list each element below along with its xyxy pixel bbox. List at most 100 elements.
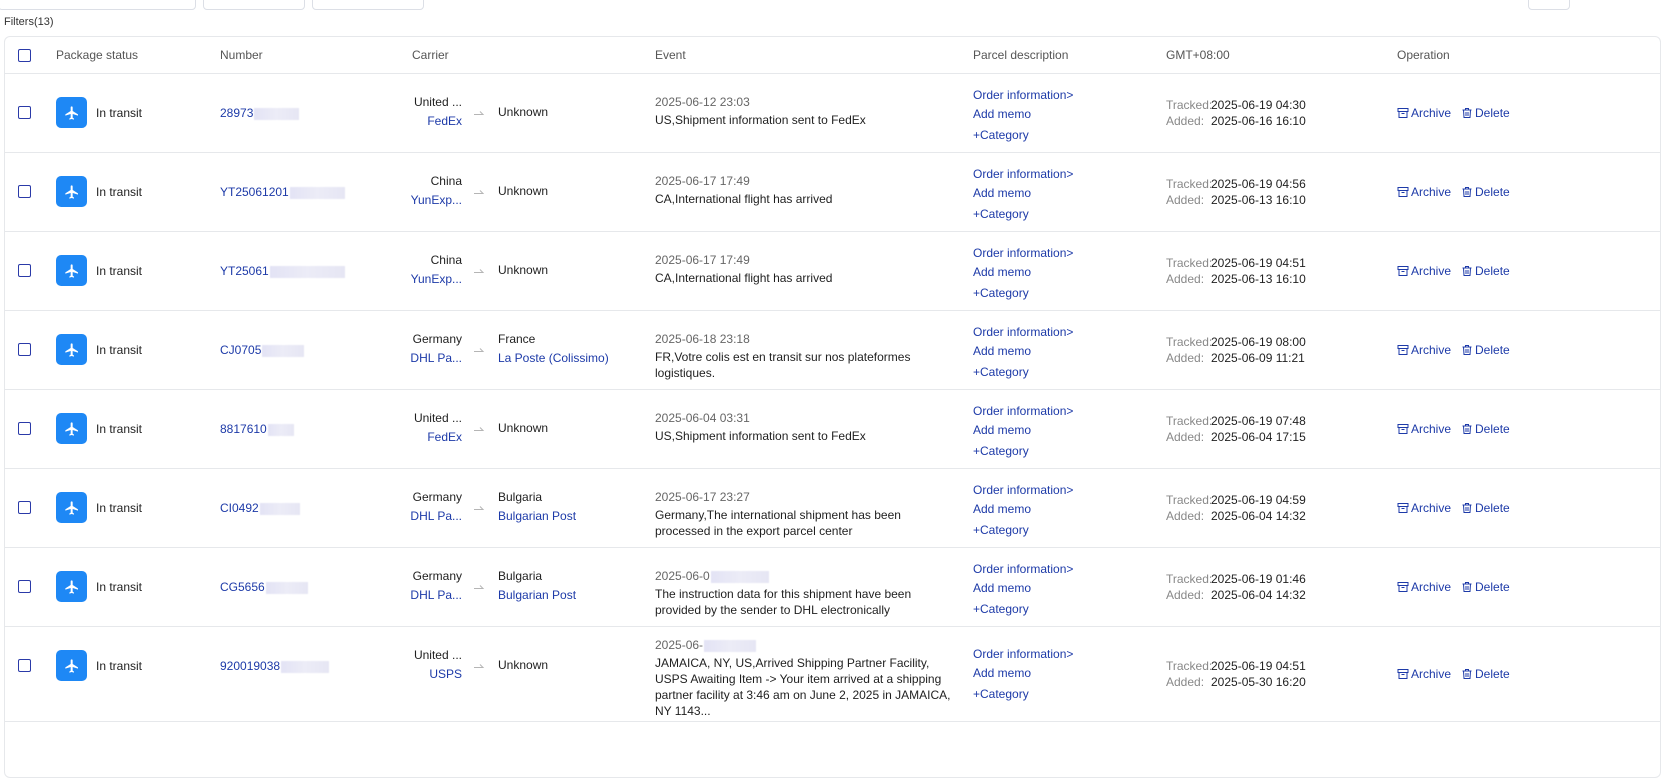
order-information-link[interactable]: Order information> <box>973 402 1073 421</box>
archive-button[interactable]: Archive <box>1397 501 1451 515</box>
origin-carrier-link[interactable]: YunExp... <box>411 272 462 286</box>
tracking-number[interactable]: YT25061 <box>220 264 345 278</box>
parcel-description: Order information> Add memo +Category <box>973 244 1073 303</box>
add-category-link[interactable]: +Category <box>973 442 1073 461</box>
tracking-number[interactable]: CG5656 <box>220 580 308 594</box>
add-category-link[interactable]: +Category <box>973 521 1073 540</box>
row-checkbox[interactable] <box>18 659 31 672</box>
delete-button[interactable]: Delete <box>1461 422 1510 436</box>
row-checkbox[interactable] <box>18 501 31 514</box>
origin-carrier-link[interactable]: DHL Pa... <box>410 588 462 602</box>
add-category-link[interactable]: +Category <box>973 685 1073 704</box>
event-text: Germany,The international shipment has b… <box>655 508 901 538</box>
destination-carrier-link[interactable]: La Poste (Colissimo) <box>498 351 609 365</box>
col-event[interactable]: Event <box>655 48 686 62</box>
added-time: 2025-06-09 11:21 <box>1211 351 1305 365</box>
delete-button[interactable]: Delete <box>1461 343 1510 357</box>
origin-carrier-link[interactable]: DHL Pa... <box>410 351 462 365</box>
tracking-number[interactable]: 920019038 <box>220 659 330 673</box>
order-information-link[interactable]: Order information> <box>973 244 1073 263</box>
add-category-link[interactable]: +Category <box>973 284 1073 303</box>
delete-button[interactable]: Delete <box>1461 667 1510 681</box>
delete-button[interactable]: Delete <box>1461 501 1510 515</box>
order-information-link[interactable]: Order information> <box>973 86 1073 105</box>
add-memo-link[interactable]: Add memo <box>973 500 1073 519</box>
event-text: The instruction data for this shipment h… <box>655 587 912 617</box>
row-checkbox[interactable] <box>18 264 31 277</box>
row-checkbox[interactable] <box>18 580 31 593</box>
delete-button[interactable]: Delete <box>1461 106 1510 120</box>
tracking-number[interactable]: YT25061201 <box>220 185 345 199</box>
origin-carrier-link[interactable]: DHL Pa... <box>410 509 462 523</box>
destination-country: Bulgaria <box>498 490 543 504</box>
add-memo-link[interactable]: Add memo <box>973 184 1073 203</box>
redacted-blur <box>269 265 345 278</box>
row-checkbox[interactable] <box>18 106 31 119</box>
archive-button[interactable]: Archive <box>1397 264 1451 278</box>
add-memo-link[interactable]: Add memo <box>973 421 1073 440</box>
destination-carrier-link[interactable]: Bulgarian Post <box>498 588 576 602</box>
table-row[interactable]: In transit 920019038 United ... USPS Unknown… <box>5 626 1660 722</box>
filter-dropdown-2[interactable] <box>312 0 424 10</box>
table-row[interactable]: In transit 28973 United ... FedEx Unknown 202… <box>5 73 1660 153</box>
settings-button[interactable] <box>1528 0 1570 10</box>
archive-button[interactable]: Archive <box>1397 667 1451 681</box>
add-memo-link[interactable]: Add memo <box>973 105 1073 124</box>
archive-button[interactable]: Archive <box>1397 106 1451 120</box>
origin-country: Germany <box>412 332 462 346</box>
table-row[interactable]: In transit 8817610 United ... FedEx Unknown 2… <box>5 389 1660 469</box>
table-row[interactable]: In transit YT25061201 China YunExp... Unknow… <box>5 152 1660 232</box>
add-category-link[interactable]: +Category <box>973 363 1073 382</box>
tracking-number[interactable]: 28973 <box>220 106 300 120</box>
col-carrier[interactable]: Carrier <box>412 48 449 62</box>
add-category-link[interactable]: +Category <box>973 600 1073 619</box>
delete-button[interactable]: Delete <box>1461 580 1510 594</box>
archive-label: Archive <box>1411 106 1452 120</box>
package-status: In transit <box>96 343 143 357</box>
search-input[interactable] <box>0 0 196 10</box>
delete-button[interactable]: Delete <box>1461 185 1510 199</box>
destination-carrier-link[interactable]: Bulgarian Post <box>498 509 576 523</box>
row-checkbox[interactable] <box>18 343 31 356</box>
table-row[interactable]: In transit YT25061 China YunExp... Unknown 20… <box>5 231 1660 311</box>
delete-button[interactable]: Delete <box>1461 264 1510 278</box>
add-memo-link[interactable]: Add memo <box>973 664 1073 683</box>
col-timezone[interactable]: GMT+08:00 <box>1166 48 1230 62</box>
origin-carrier-link[interactable]: USPS <box>429 667 462 681</box>
filter-dropdown[interactable] <box>203 0 305 10</box>
add-memo-link[interactable]: Add memo <box>973 263 1073 282</box>
table-row[interactable]: In transit CI0492 Germany DHL Pa... Bulgaria… <box>5 468 1660 548</box>
event-time: 2025-06-17 17:49 <box>655 253 750 267</box>
filters-count[interactable]: Filters(13) <box>4 16 54 28</box>
add-memo-link[interactable]: Add memo <box>973 342 1073 361</box>
select-all-checkbox[interactable] <box>18 49 31 62</box>
add-category-link[interactable]: +Category <box>973 126 1073 145</box>
archive-button[interactable]: Archive <box>1397 185 1451 199</box>
table-row[interactable]: In transit CJ0705 Germany DHL Pa... France La… <box>5 310 1660 390</box>
archive-button[interactable]: Archive <box>1397 422 1451 436</box>
tracking-number[interactable]: CJ0705 <box>220 343 305 357</box>
archive-label: Archive <box>1411 422 1452 436</box>
col-parcel-description[interactable]: Parcel description <box>973 48 1068 62</box>
row-checkbox[interactable] <box>18 185 31 198</box>
add-category-link[interactable]: +Category <box>973 205 1073 224</box>
tracking-number[interactable]: 8817610 <box>220 422 294 436</box>
archive-button[interactable]: Archive <box>1397 580 1451 594</box>
archive-button[interactable]: Archive <box>1397 343 1451 357</box>
origin-carrier-link[interactable]: YunExp... <box>411 193 462 207</box>
origin-carrier-link[interactable]: FedEx <box>427 114 462 128</box>
order-information-link[interactable]: Order information> <box>973 645 1073 664</box>
table-row[interactable]: In transit CG5656 Germany DHL Pa... Bulgaria… <box>5 547 1660 627</box>
col-package-status[interactable]: Package status <box>56 48 138 62</box>
order-information-link[interactable]: Order information> <box>973 481 1073 500</box>
tracking-number[interactable]: CI0492 <box>220 501 300 515</box>
origin-carrier-link[interactable]: FedEx <box>427 430 462 444</box>
event-time: 2025-06-12 23:03 <box>655 95 750 109</box>
row-checkbox[interactable] <box>18 422 31 435</box>
order-information-link[interactable]: Order information> <box>973 165 1073 184</box>
destination-country: Unknown <box>498 184 549 198</box>
add-memo-link[interactable]: Add memo <box>973 579 1073 598</box>
order-information-link[interactable]: Order information> <box>973 323 1073 342</box>
col-number[interactable]: Number <box>220 48 263 62</box>
order-information-link[interactable]: Order information> <box>973 560 1073 579</box>
